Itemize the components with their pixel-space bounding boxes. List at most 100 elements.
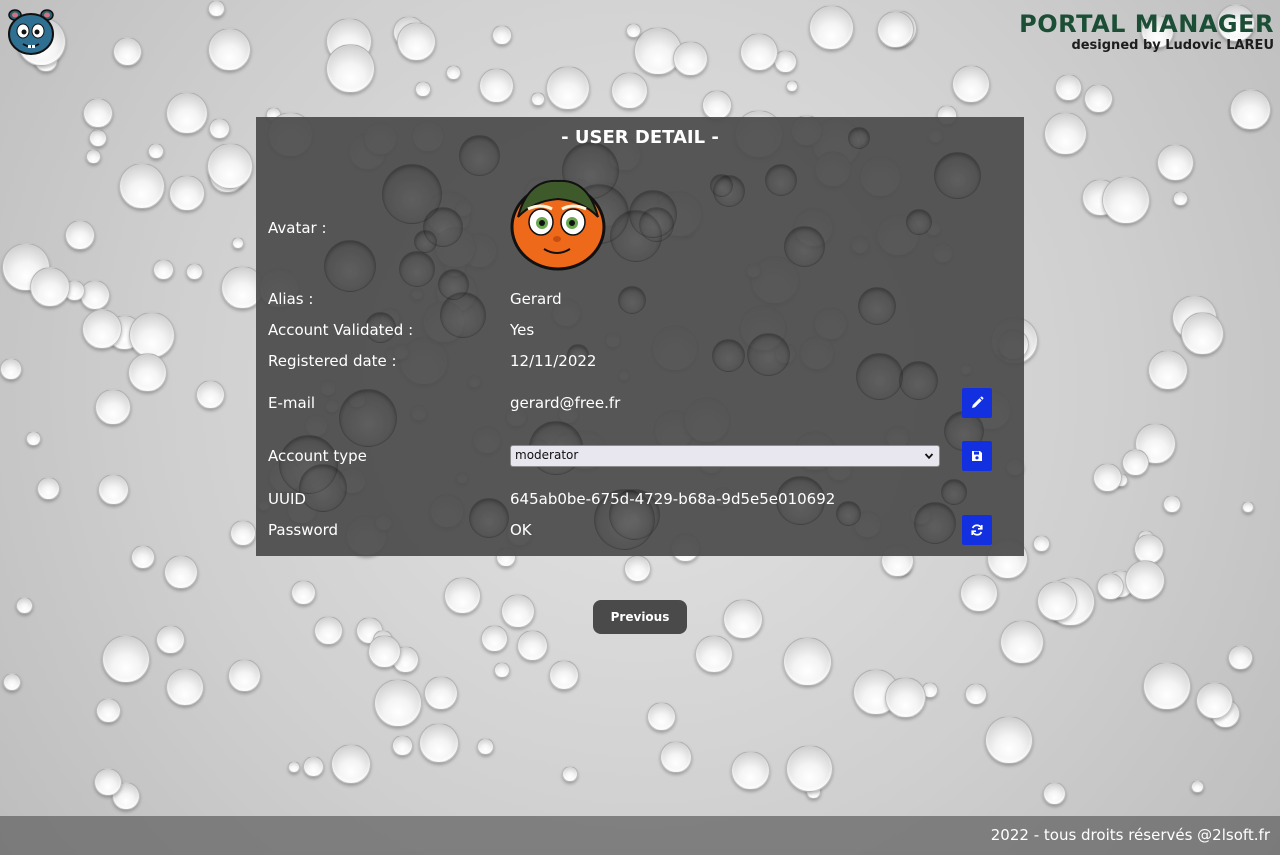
panel-water-drop <box>856 353 903 400</box>
water-drop <box>83 98 113 128</box>
water-drop <box>723 599 763 639</box>
brand-subtitle: designed by Ludovic LAREU <box>1071 38 1274 53</box>
water-drop <box>1242 501 1254 513</box>
water-drop <box>113 37 142 66</box>
water-drop <box>1143 662 1191 710</box>
previous-button[interactable]: Previous <box>593 600 687 634</box>
water-drop <box>492 25 512 45</box>
email-label: E-mail <box>268 394 316 412</box>
water-drop <box>1044 112 1087 155</box>
panel-water-drop <box>765 164 797 196</box>
water-drop <box>786 80 798 92</box>
water-drop <box>494 662 510 678</box>
water-drop <box>531 92 545 106</box>
panel-water-drop <box>747 333 790 376</box>
water-drop <box>196 380 225 409</box>
water-drop <box>82 309 122 349</box>
panel-water-drop <box>618 286 646 314</box>
water-drop <box>232 237 244 249</box>
water-drop <box>1084 84 1113 113</box>
water-drop <box>0 358 22 380</box>
avatar-label: Avatar : <box>268 219 327 237</box>
water-drop <box>1163 495 1181 513</box>
water-drop <box>1000 620 1044 664</box>
water-drop <box>1196 682 1233 719</box>
water-drop <box>517 630 548 661</box>
water-drop <box>740 33 778 71</box>
water-drop <box>95 389 131 425</box>
water-drop <box>415 81 431 97</box>
water-drop <box>228 659 261 692</box>
panel-water-drop <box>712 339 745 372</box>
panel-water-drop <box>339 389 397 447</box>
water-drop <box>660 741 692 773</box>
water-drop <box>65 220 95 250</box>
water-drop <box>702 90 732 120</box>
water-drop <box>288 761 300 773</box>
water-drop <box>1173 191 1188 206</box>
water-drop <box>37 477 60 500</box>
water-drop <box>169 175 205 211</box>
water-drop <box>207 143 253 189</box>
water-drop <box>131 545 155 569</box>
uuid-value: 645ab0be-675d-4729-b68a-9d5e5e010692 <box>510 490 836 508</box>
water-drop <box>26 431 41 446</box>
water-drop <box>89 129 107 147</box>
water-drop <box>98 474 129 505</box>
water-drop <box>166 668 204 706</box>
logo[interactable] <box>5 5 57 57</box>
water-drop <box>129 312 175 358</box>
water-drop <box>303 756 324 777</box>
alias-value: Gerard <box>510 290 562 308</box>
water-drop <box>695 635 733 673</box>
chevron-down-icon <box>924 453 934 460</box>
water-drop <box>1148 350 1188 390</box>
water-drop <box>3 673 21 691</box>
account-type-label: Account type <box>268 447 367 465</box>
water-drop <box>291 580 316 605</box>
panel-water-drop <box>710 174 733 197</box>
water-drop <box>1093 463 1122 492</box>
panel-water-drop <box>423 207 463 247</box>
password-label: Password <box>268 521 339 539</box>
alias-label: Alias : <box>268 290 314 308</box>
water-drop <box>156 625 185 654</box>
panel-water-drop <box>299 464 347 512</box>
panel-water-drop <box>858 287 896 325</box>
account-type-select[interactable]: moderator <box>510 445 940 467</box>
water-drop <box>94 768 122 796</box>
water-drop <box>96 698 121 723</box>
water-drop <box>647 702 676 731</box>
water-drop <box>1191 780 1204 793</box>
water-drop <box>960 574 998 612</box>
water-drop <box>501 594 535 628</box>
edit-email-button[interactable] <box>962 388 992 418</box>
panel-title: - USER DETAIL - <box>561 127 719 148</box>
water-drop <box>30 267 70 307</box>
footer: 2022 - tous droits réservés @2lsoft.fr <box>0 816 1280 855</box>
save-account-type-button[interactable] <box>962 441 992 471</box>
registered-date-label: Registered date : <box>268 352 397 370</box>
water-drop <box>1037 581 1077 621</box>
reset-password-button[interactable] <box>962 515 992 545</box>
water-drop <box>1230 89 1271 130</box>
floppy-disk-icon <box>972 451 982 461</box>
water-drop <box>1125 560 1165 600</box>
water-drop <box>368 635 401 668</box>
panel-water-drop <box>914 502 956 544</box>
water-drop <box>326 44 375 93</box>
water-drop <box>1043 782 1066 805</box>
water-drop <box>419 723 459 763</box>
panel-water-drop <box>469 498 509 538</box>
water-drop <box>166 92 208 134</box>
panel-water-drop <box>399 251 435 287</box>
water-drop <box>1157 144 1194 181</box>
panel-water-drop <box>438 269 469 300</box>
water-drop <box>1122 449 1149 476</box>
water-drop <box>314 616 343 645</box>
panel-water-drop <box>784 226 825 267</box>
water-drop <box>374 679 422 727</box>
password-value: OK <box>510 521 532 539</box>
water-drop <box>626 23 641 38</box>
account-type-selected-value: moderator <box>515 448 579 462</box>
